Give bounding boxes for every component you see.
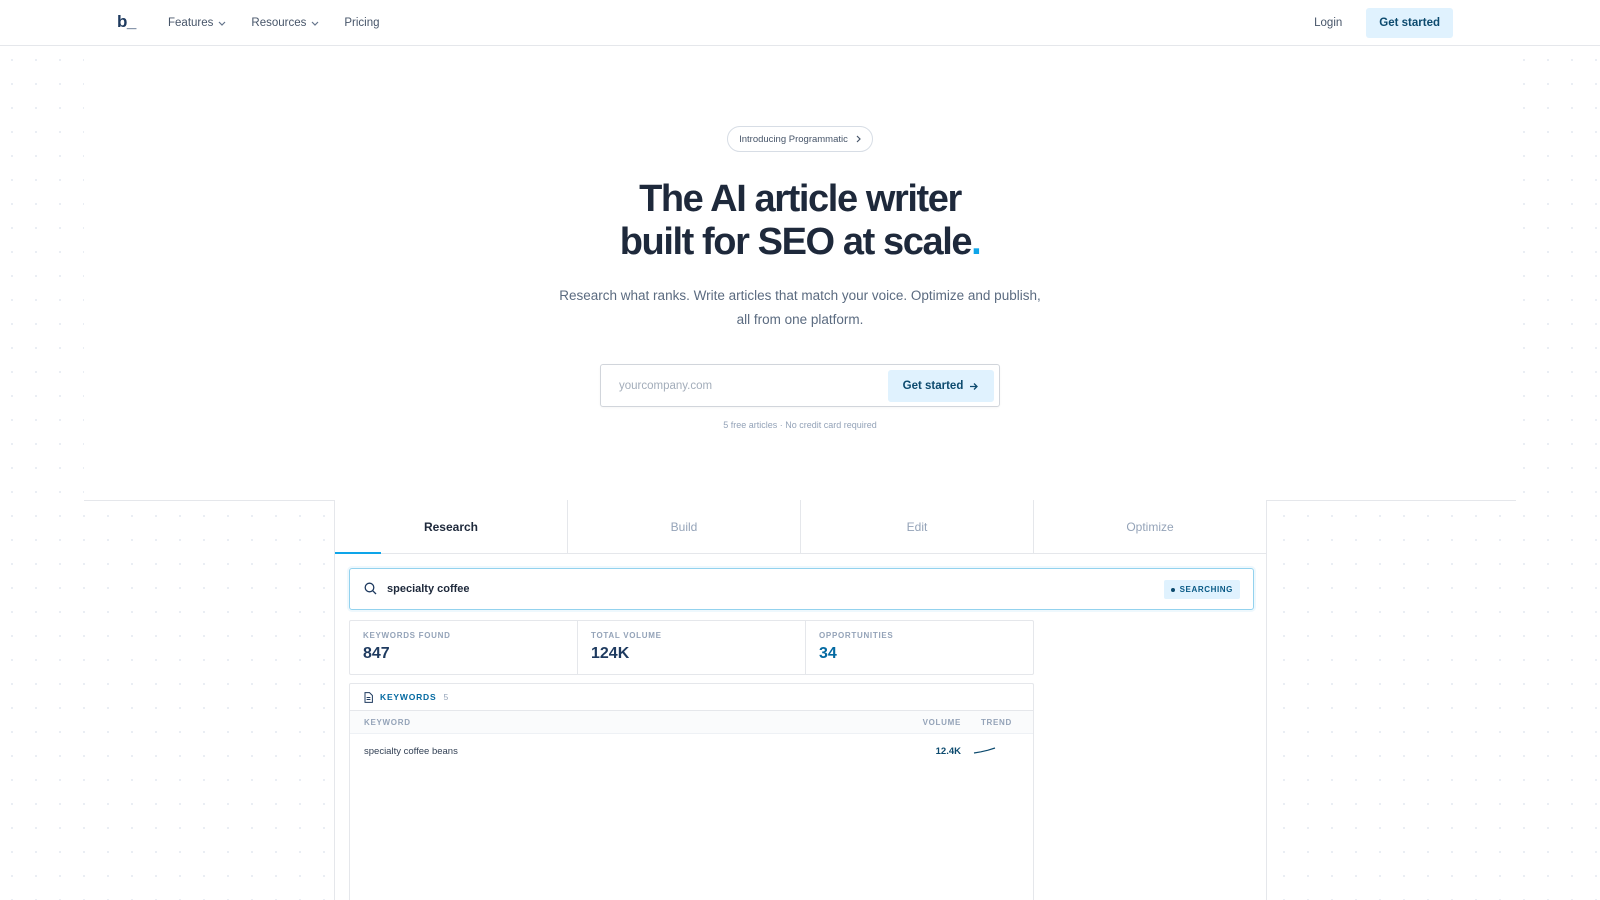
signup-form: Get started (600, 364, 1000, 407)
tab-optimize[interactable]: Optimize (1034, 500, 1266, 553)
hero-section (84, 46, 1516, 500)
keywords-table: KEYWORDS 5 KEYWORD VOLUME TREND specialt… (349, 683, 1034, 900)
search-icon (364, 582, 377, 595)
nav-get-started-button[interactable]: Get started (1366, 8, 1453, 38)
announcement-label: Introducing Programmatic (739, 133, 848, 145)
hero-get-started-button[interactable]: Get started (888, 370, 994, 402)
nav-resources[interactable]: Resources (251, 17, 319, 29)
column-trend: TREND (980, 718, 1012, 727)
document-icon (364, 691, 373, 703)
tab-research[interactable]: Research (335, 500, 568, 554)
nav-links: Features Resources Pricing (168, 0, 405, 46)
tab-optimize-label: Optimize (1126, 519, 1174, 534)
headline-line-1: The AI article writer (639, 178, 962, 220)
stats-row: KEYWORDS FOUND 847 TOTAL VOLUME 124K OPP… (349, 620, 1034, 675)
stat-value: 124K (591, 645, 630, 662)
subhead-line-2: all from one platform. (736, 311, 864, 327)
domain-input[interactable] (619, 365, 879, 406)
hero-subhead: Research what ranks. Write articles that… (540, 284, 1060, 331)
column-volume: VOLUME (922, 718, 961, 727)
keywords-table-header: KEYWORDS 5 (350, 684, 1033, 711)
stat-keywords-found: KEYWORDS FOUND 847 (350, 621, 578, 674)
status-badge: SEARCHING (1163, 580, 1240, 599)
stat-label: KEYWORDS FOUND (363, 631, 451, 640)
column-keyword: KEYWORD (364, 718, 411, 727)
table-row[interactable]: specialty coffee beans 12.4K (350, 734, 1033, 770)
status-dot-icon (1170, 587, 1175, 592)
tab-edit[interactable]: Edit (801, 500, 1034, 553)
stat-value: 847 (363, 645, 390, 662)
tab-build-label: Build (670, 519, 698, 534)
nav-features[interactable]: Features (168, 17, 226, 29)
login-link[interactable]: Login (1314, 17, 1342, 29)
search-query: specialty coffee (387, 583, 470, 595)
nav-features-label: Features (168, 17, 214, 29)
keywords-title: KEYWORDS (380, 692, 437, 702)
nav-resources-label: Resources (251, 17, 307, 29)
row-keyword: specialty coffee beans (364, 746, 458, 757)
nav-pricing[interactable]: Pricing (344, 17, 379, 29)
arrow-right-icon (970, 382, 979, 390)
hero-fineprint: 5 free articles · No credit card require… (723, 420, 877, 430)
hero-headline: The AI article writer built for SEO at s… (0, 178, 1600, 264)
stat-value: 34 (819, 645, 837, 662)
keyword-search-bar[interactable]: specialty coffee SEARCHING (349, 568, 1254, 610)
logo[interactable]: b_ (117, 12, 136, 32)
status-label: SEARCHING (1179, 585, 1233, 594)
chevron-down-icon (311, 21, 319, 26)
stat-total-volume: TOTAL VOLUME 124K (578, 621, 806, 674)
tab-research-label: Research (423, 519, 479, 534)
nav-actions: Login Get started (1314, 0, 1453, 46)
top-nav: b_ Features Resources Pricing Login Get … (0, 0, 1600, 46)
keywords-count: 5 (443, 692, 449, 702)
active-tab-indicator (335, 552, 381, 554)
nav-pricing-label: Pricing (344, 17, 380, 29)
chevron-down-icon (218, 21, 226, 26)
keywords-column-headers: KEYWORD VOLUME TREND (350, 711, 1033, 734)
hero-cta-label: Get started (902, 380, 964, 392)
headline-line-2: built for SEO at scale (619, 221, 973, 263)
stat-opportunities: OPPORTUNITIES 34 (806, 621, 1033, 674)
tab-build[interactable]: Build (568, 500, 801, 553)
tab-edit-label: Edit (906, 519, 928, 534)
row-volume: 12.4K (935, 746, 961, 757)
product-demo-panel: Research Build Edit Optimize specialty c… (334, 500, 1267, 900)
subhead-line-1: Research what ranks. Write articles that… (559, 288, 1041, 303)
chevron-right-icon (856, 135, 861, 143)
stat-label: OPPORTUNITIES (819, 631, 894, 640)
headline-accent-dot: . (971, 221, 982, 263)
stat-label: TOTAL VOLUME (591, 631, 662, 640)
trend-sparkline-icon (973, 747, 996, 754)
demo-tabs: Research Build Edit Optimize (335, 500, 1266, 554)
announcement-badge[interactable]: Introducing Programmatic (727, 126, 873, 152)
